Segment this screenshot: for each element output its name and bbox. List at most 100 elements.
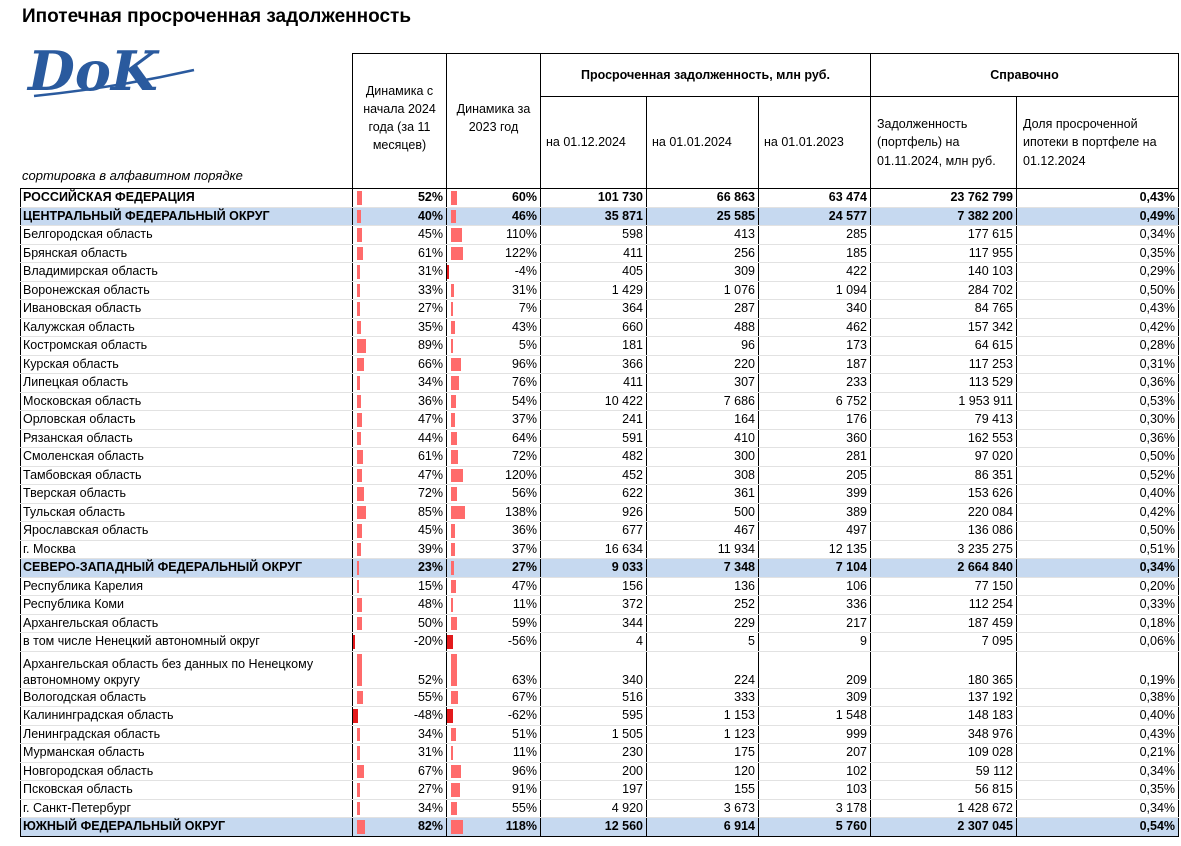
region-name: Московская область xyxy=(20,392,353,411)
dynamics-bar xyxy=(451,487,457,501)
dynamics-2023-cell: 47% xyxy=(446,577,541,596)
dynamics-2023-cell: 91% xyxy=(446,780,541,800)
overdue-2023-01: 281 xyxy=(758,447,871,467)
portfolio-value: 1 428 672 xyxy=(870,799,1017,818)
dynamics-2024-cell: 47% xyxy=(352,466,447,485)
dynamics-2023-cell: 11% xyxy=(446,743,541,763)
overdue-2024-01: 25 585 xyxy=(646,207,759,226)
dynamics-bar xyxy=(357,302,360,316)
share-value: 0,49% xyxy=(1016,207,1180,226)
dynamics-value: 85% xyxy=(417,504,443,519)
overdue-2023-01: 12 135 xyxy=(758,540,871,559)
dynamics-value: 44% xyxy=(417,430,443,445)
dynamics-2023-cell: 110% xyxy=(446,225,541,245)
share-value: 0,29% xyxy=(1016,262,1180,282)
portfolio-value: 136 086 xyxy=(870,521,1017,541)
overdue-2024-12: 4 920 xyxy=(540,799,647,818)
share-value: 0,43% xyxy=(1016,188,1180,208)
dynamics-2024-cell: 82% xyxy=(352,817,447,837)
dynamics-value: 27% xyxy=(417,782,443,796)
share-value: 0,38% xyxy=(1016,688,1180,707)
region-name: ЮЖНЫЙ ФЕДЕРАЛЬНЫЙ ОКРУГ xyxy=(20,817,353,837)
share-value: 0,21% xyxy=(1016,743,1180,763)
dynamics-bar xyxy=(357,783,360,797)
dynamics-2023-cell: 36% xyxy=(446,521,541,541)
share-value: 0,06% xyxy=(1016,632,1180,652)
region-name: Тверская область xyxy=(20,484,353,504)
dynamics-bar xyxy=(357,468,362,482)
dynamics-value: 72% xyxy=(417,486,443,500)
dynamics-bar xyxy=(451,653,457,686)
overdue-2024-12: 344 xyxy=(540,614,647,633)
overdue-2023-01: 340 xyxy=(758,299,871,319)
overdue-2023-01: 187 xyxy=(758,355,871,374)
overdue-2024-01: 5 xyxy=(646,632,759,652)
portfolio-value: 109 028 xyxy=(870,743,1017,763)
dynamics-value: -48% xyxy=(413,708,443,722)
dynamics-value: 138% xyxy=(505,504,537,519)
table-row: Московская область 36% 54% 10 422 7 686 6 752… xyxy=(20,392,1180,411)
dynamics-bar xyxy=(451,598,453,612)
overdue-2024-01: 120 xyxy=(646,762,759,781)
table-row: Тульская область 85% 138% 926 500 389 220 084 0… xyxy=(20,503,1180,522)
overdue-2024-01: 220 xyxy=(646,355,759,374)
table-row: ЦЕНТРАЛЬНЫЙ ФЕДЕРАЛЬНЫЙ ОКРУГ 40% 46% 35 87… xyxy=(20,207,1180,226)
dynamics-value: 37% xyxy=(511,412,537,426)
header-dyn-2024: Динамика с начала 2024 года (за 11 месяц… xyxy=(352,53,447,189)
overdue-2024-12: 591 xyxy=(540,429,647,448)
overdue-2023-01: 103 xyxy=(758,780,871,800)
table-row: Ярославская область 45% 36% 677 467 497 136 08… xyxy=(20,521,1180,541)
dynamics-2024-cell: 45% xyxy=(352,521,447,541)
dynamics-bar xyxy=(357,801,360,815)
overdue-2023-01: 106 xyxy=(758,577,871,596)
dynamics-bar xyxy=(357,746,360,760)
overdue-2024-12: 364 xyxy=(540,299,647,319)
overdue-2023-01: 999 xyxy=(758,725,871,744)
dynamics-2023-cell: 54% xyxy=(446,392,541,411)
dynamics-value: 52% xyxy=(417,672,443,687)
dynamics-2023-cell: 60% xyxy=(446,188,541,208)
region-name: Мурманская область xyxy=(20,743,353,763)
table-row: Ленинградская область 34% 51% 1 505 1 123 999… xyxy=(20,725,1180,744)
overdue-2024-01: 1 123 xyxy=(646,725,759,744)
table-row: Новгородская область 67% 96% 200 120 102 59 11… xyxy=(20,762,1180,781)
header-date-2023-01: на 01.01.2023 xyxy=(758,96,871,189)
dynamics-value: -4% xyxy=(514,264,537,278)
region-name: г. Санкт-Петербург xyxy=(20,799,353,818)
share-value: 0,30% xyxy=(1016,410,1180,430)
share-value: 0,19% xyxy=(1016,651,1180,689)
overdue-2023-01: 173 xyxy=(758,336,871,356)
header-overdue-group: Просроченная задолженность, млн руб. xyxy=(540,53,871,97)
overdue-2024-01: 488 xyxy=(646,318,759,337)
region-name: Калужская область xyxy=(20,318,353,337)
share-value: 0,33% xyxy=(1016,595,1180,615)
region-name: Псковская область xyxy=(20,780,353,800)
table-row: Белгородская область 45% 110% 598 413 285 177 … xyxy=(20,225,1180,245)
overdue-2024-12: 598 xyxy=(540,225,647,245)
dynamics-bar xyxy=(357,320,361,334)
dynamics-bar xyxy=(451,376,459,390)
overdue-2024-01: 11 934 xyxy=(646,540,759,559)
overdue-2023-01: 63 474 xyxy=(758,188,871,208)
share-value: 0,50% xyxy=(1016,281,1180,300)
dynamics-value: 67% xyxy=(417,763,443,778)
share-value: 0,18% xyxy=(1016,614,1180,633)
dynamics-2024-cell: 39% xyxy=(352,540,447,559)
overdue-2024-12: 35 871 xyxy=(540,207,647,226)
dynamics-bar xyxy=(451,542,455,556)
overdue-2024-12: 9 033 xyxy=(540,558,647,578)
portfolio-value: 140 103 xyxy=(870,262,1017,282)
dynamics-2023-cell: 96% xyxy=(446,762,541,781)
dynamics-value: 47% xyxy=(417,467,443,482)
dynamics-bar xyxy=(357,265,360,279)
portfolio-value: 148 183 xyxy=(870,706,1017,726)
region-name: Тульская область xyxy=(20,503,353,522)
dynamics-bar xyxy=(357,450,363,464)
table-row: Архангельская область без данных по Нене… xyxy=(20,651,1180,689)
share-value: 0,36% xyxy=(1016,373,1180,393)
region-name: Белгородская область xyxy=(20,225,353,245)
dynamics-bar xyxy=(451,820,463,834)
dynamics-value: 11% xyxy=(512,745,537,759)
overdue-2024-12: 4 xyxy=(540,632,647,652)
dynamics-bar xyxy=(447,265,449,279)
